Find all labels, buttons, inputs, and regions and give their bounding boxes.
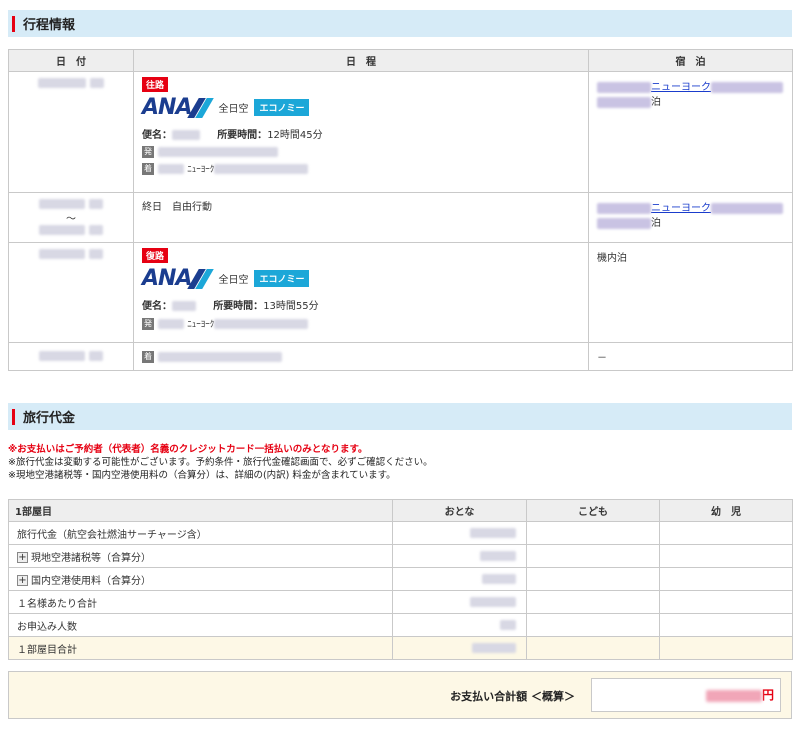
- flight-label: 便名：: [142, 130, 172, 141]
- itinerary-row-free-day: ～ 終日 自由行動 ニューヨーク 泊: [8, 192, 793, 243]
- date-cell: [8, 242, 134, 343]
- row-label: 旅行代金（航空会社燃油サーチャージ含）: [8, 521, 393, 545]
- hotel-cell: －: [588, 342, 793, 371]
- fare-row-domestic-fee: + 国内空港使用料（合算分）: [8, 567, 793, 591]
- airline-name: 全日空: [218, 104, 249, 115]
- row-label: １部屋目合計: [8, 636, 393, 660]
- itinerary-header-row: 日 付 日 程 宿 泊: [8, 49, 793, 72]
- duration-value: 12時間45分: [267, 130, 323, 141]
- expand-domestic-fee-icon[interactable]: +: [17, 575, 28, 586]
- arrive-city: ﾆｭｰﾖｰｸ: [187, 165, 215, 175]
- fare-notes: ※お支払いはご予約者（代表者）名義のクレジットカード一括払いのみとなります。 ※…: [8, 443, 433, 482]
- ana-logo-icon: ANA: [142, 266, 215, 291]
- row-label: 現地空港諸税等（合算分）: [31, 552, 151, 564]
- tax-note: ※現地空港諸税等・国内空港使用料の（合算分）は、詳細の(内訳) 料金が含まれてい…: [8, 470, 396, 481]
- redacted-arrive-airport: [214, 164, 309, 174]
- duration-label: 所要時間：: [217, 130, 268, 141]
- fare-table: 1部屋目 おとな こども 幼 児 旅行代金（航空会社燃油サーチャージ含） + 現地…: [8, 499, 793, 660]
- redacted-price: [470, 527, 516, 538]
- depart-city: ﾆｭｰﾖｰｸ: [187, 320, 215, 330]
- schedule-cell: 復路 ANA 全日空 エコノミー 便名： 所要時間：13時間55分 発 ﾆｭｰﾖ…: [133, 242, 589, 343]
- itinerary-row-arrival: 着 －: [8, 342, 793, 371]
- redacted-hotel-name: [711, 81, 783, 93]
- hotel-link[interactable]: ニューヨーク: [651, 203, 711, 214]
- hotel-link[interactable]: ニューヨーク: [651, 82, 711, 93]
- outbound-badge: 往路: [142, 77, 169, 92]
- col-child: こども: [526, 499, 660, 522]
- row-label: 国内空港使用料（合算分）: [31, 575, 151, 587]
- hotel-cell: ニューヨーク 泊: [588, 192, 793, 243]
- airline-name: 全日空: [218, 275, 249, 286]
- schedule-cell: 往路 ANA 全日空 エコノミー 便名： 所要時間：12時間45分 発 着 ﾆｭ…: [133, 71, 589, 193]
- date-cell: ～: [8, 192, 134, 243]
- hotel-suffix: 泊: [651, 97, 661, 108]
- fare-heading: 旅行代金: [23, 411, 76, 426]
- col-room: 1部屋目: [8, 499, 393, 522]
- col-adult: おとな: [392, 499, 527, 522]
- schedule-cell: 着: [133, 342, 589, 371]
- col-infant: 幼 児: [659, 499, 793, 522]
- redacted-total: [705, 690, 762, 702]
- depart-icon: 発: [142, 318, 154, 330]
- hotel-text: －: [597, 353, 607, 364]
- row-label: １名様あたり合計: [8, 590, 393, 614]
- date-range-tilde: ～: [66, 214, 76, 225]
- depart-icon: 発: [142, 146, 154, 158]
- hotel-cell: ニューヨーク 泊: [588, 71, 793, 193]
- total-unit: 円: [761, 688, 774, 702]
- hotel-suffix: 泊: [651, 218, 661, 229]
- section-accent-bar: [12, 15, 15, 32]
- cabin-badge: エコノミー: [254, 99, 310, 116]
- redacted-price: [470, 596, 516, 607]
- fare-header-row: 1部屋目 おとな こども 幼 児: [8, 499, 793, 522]
- itinerary-heading: 行程情報: [23, 18, 76, 33]
- return-badge: 復路: [142, 248, 169, 263]
- itinerary-row-outbound: 往路 ANA 全日空 エコノミー 便名： 所要時間：12時間45分 発 着 ﾆｭ…: [8, 71, 793, 193]
- redacted-price: [480, 550, 516, 561]
- fare-row-per-person: １名様あたり合計: [8, 590, 793, 614]
- hotel-text: 機内泊: [597, 253, 627, 264]
- date-cell: [8, 71, 134, 193]
- free-day-text: 終日 自由行動: [142, 202, 212, 213]
- fare-section-header: 旅行代金: [8, 403, 792, 430]
- row-label: お申込み人数: [8, 613, 393, 637]
- expand-local-tax-icon[interactable]: +: [17, 552, 28, 563]
- redacted-weekday: [89, 78, 104, 88]
- itinerary-row-return: 復路 ANA 全日空 エコノミー 便名： 所要時間：13時間55分 発 ﾆｭｰﾖ…: [8, 242, 793, 343]
- duration-value: 13時間55分: [263, 301, 319, 312]
- redacted-depart: [158, 147, 278, 157]
- date-cell: [8, 342, 134, 371]
- itinerary-section-header: 行程情報: [8, 10, 792, 37]
- itinerary-table: 日 付 日 程 宿 泊 往路 ANA 全日空 エコノミー 便名： 所要時間：12…: [8, 49, 793, 371]
- arrive-icon: 着: [142, 350, 154, 363]
- fare-row-base: 旅行代金（航空会社燃油サーチャージ含）: [8, 521, 793, 545]
- redacted-hotel: [597, 81, 651, 93]
- arrive-icon: 着: [142, 163, 154, 175]
- section-accent-bar: [12, 408, 15, 425]
- redacted-arrive-time: [158, 164, 184, 174]
- col-date: 日 付: [8, 49, 134, 72]
- hotel-cell: 機内泊: [588, 242, 793, 343]
- fare-row-room-total: １部屋目合計: [8, 636, 793, 660]
- duration-label: 所要時間：: [213, 301, 264, 312]
- redacted-price: [482, 573, 516, 584]
- flight-label: 便名：: [142, 301, 172, 312]
- price-change-note: ※旅行代金は変動する可能性がございます。予約条件・旅行代金確認画面で、必ずご確認…: [8, 457, 433, 468]
- total-label: お支払い合計額 ＜概算＞: [450, 690, 575, 703]
- redacted-date: [38, 78, 87, 88]
- redacted-flight: [172, 130, 200, 140]
- redacted-count: [500, 619, 516, 630]
- fare-row-local-tax: + 現地空港諸税等（合算分）: [8, 544, 793, 568]
- fare-row-count: お申込み人数: [8, 613, 793, 637]
- col-schedule: 日 程: [133, 49, 589, 72]
- payment-note: ※お支払いはご予約者（代表者）名義のクレジットカード一括払いのみとなります。: [8, 444, 368, 455]
- schedule-cell: 終日 自由行動: [133, 192, 589, 243]
- ana-logo-icon: ANA: [142, 95, 215, 120]
- payment-total-box: お支払い合計額 ＜概算＞ 円: [8, 671, 792, 719]
- col-hotel: 宿 泊: [588, 49, 793, 72]
- total-amount-field: 円: [591, 678, 781, 712]
- redacted-price: [472, 642, 516, 653]
- cabin-badge: エコノミー: [254, 270, 310, 287]
